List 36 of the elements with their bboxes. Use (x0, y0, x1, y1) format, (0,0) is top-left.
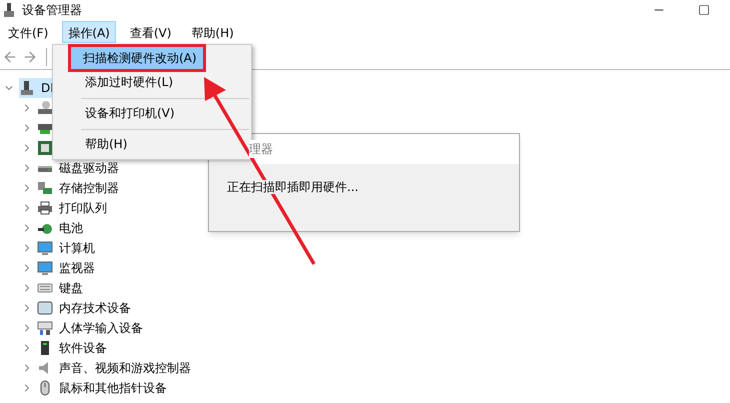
tree-item[interactable]: 计算机 (59, 239, 95, 257)
controller-icon (37, 180, 53, 196)
forward-icon[interactable] (22, 48, 38, 64)
memory-icon (37, 300, 53, 316)
tree-item[interactable]: 声音、视频和游戏控制器 (59, 359, 191, 377)
monitor-icon (37, 260, 53, 276)
menu-bar-item[interactable]: 查看(V) (124, 21, 178, 43)
tree-item[interactable]: 磁盘驱动器 (59, 159, 119, 177)
menu-item[interactable]: 帮助(H) (55, 133, 249, 155)
tree-item[interactable]: 打印队列 (59, 199, 107, 217)
tree-item[interactable]: 人体学输入设备 (59, 319, 143, 337)
menu-bar-item[interactable]: 帮助(H) (185, 21, 240, 43)
computer-icon (19, 80, 35, 96)
menu-item[interactable]: 扫描检测硬件改动(A) (71, 47, 203, 69)
back-icon[interactable] (2, 48, 18, 64)
tree-item[interactable]: 软件设备 (59, 339, 107, 357)
monitor-icon (37, 240, 53, 256)
window-title: 设备管理器 (22, 2, 82, 19)
menu-item[interactable]: 添加过时硬件(L) (55, 71, 249, 93)
drive-icon (37, 100, 53, 116)
dialog-message: 正在扫描即插即用硬件... (227, 180, 358, 194)
menu-item[interactable]: 设备和打印机(V) (55, 102, 249, 124)
tree-item[interactable]: 存储控制器 (59, 179, 119, 197)
tree-item[interactable]: 监视器 (59, 259, 95, 277)
tree-item[interactable]: 鼠标和其他指针设备 (59, 379, 167, 397)
app-icon (4, 3, 14, 17)
tree-item[interactable]: 键盘 (59, 279, 83, 297)
tree-item[interactable]: 内存技术设备 (59, 299, 131, 317)
printer-icon (37, 200, 53, 216)
menu-bar-item[interactable]: 操作(A) (62, 21, 116, 43)
keyboard-icon (37, 320, 53, 336)
maximize-icon[interactable] (698, 4, 710, 16)
menu-bar-item[interactable]: 文件(F) (2, 21, 54, 43)
dialog-title: 理器 (249, 140, 273, 158)
tree-item[interactable]: 电池 (59, 219, 83, 237)
chip-icon (37, 140, 53, 156)
